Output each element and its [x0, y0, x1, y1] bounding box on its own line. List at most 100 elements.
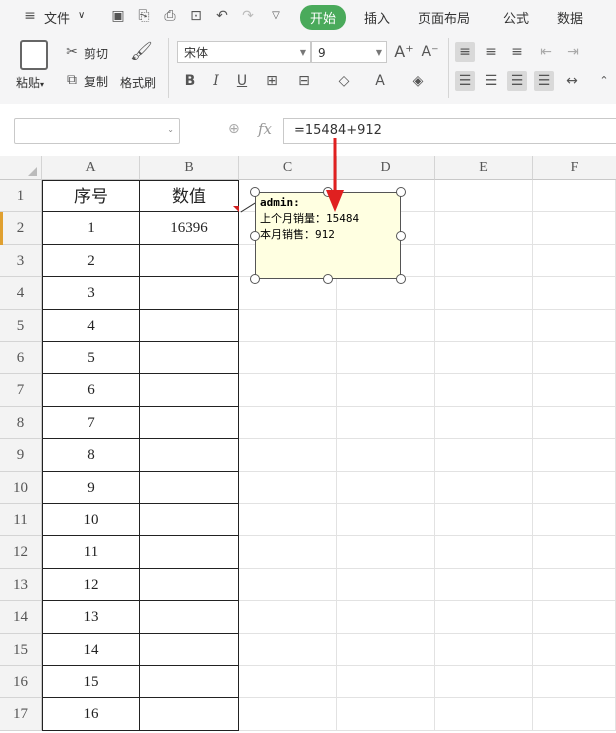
empty-cell[interactable] [435, 601, 533, 634]
resize-handle[interactable] [250, 187, 260, 197]
empty-cell[interactable] [435, 439, 533, 472]
empty-cell[interactable] [435, 180, 533, 213]
tab-data[interactable]: 数据 [557, 8, 583, 27]
paste-button[interactable]: 粘贴▾ [16, 74, 44, 91]
table-cell[interactable]: 13 [42, 601, 140, 634]
row-header[interactable]: 5 [0, 309, 42, 342]
row-header[interactable]: 16 [0, 666, 42, 699]
empty-cell[interactable] [533, 374, 616, 407]
table-cell[interactable]: 6 [42, 374, 140, 407]
table-cell[interactable]: 12 [42, 568, 140, 602]
resize-handle[interactable] [323, 274, 333, 284]
empty-cell[interactable] [337, 633, 435, 666]
select-all-corner[interactable] [0, 156, 42, 180]
empty-cell[interactable] [435, 277, 533, 310]
row-header[interactable]: 10 [0, 471, 42, 504]
table-cell[interactable] [140, 471, 239, 504]
row-header[interactable]: 17 [0, 698, 42, 731]
empty-cell[interactable] [435, 504, 533, 537]
table-cell[interactable] [140, 374, 239, 407]
table-cell[interactable] [140, 406, 239, 440]
table-cell[interactable] [140, 244, 239, 278]
empty-cell[interactable] [533, 504, 616, 537]
empty-cell[interactable] [239, 633, 337, 666]
table-cell[interactable] [140, 536, 239, 569]
row-header[interactable]: 7 [0, 374, 42, 407]
row-header[interactable]: 14 [0, 601, 42, 634]
column-header-f[interactable]: F [533, 156, 616, 180]
empty-cell[interactable] [337, 374, 435, 407]
table-cell[interactable]: 8 [42, 439, 140, 472]
tab-insert[interactable]: 插入 [364, 8, 390, 27]
table-cell[interactable]: 16 [42, 698, 140, 731]
empty-cell[interactable] [239, 504, 337, 537]
scissors-icon[interactable]: ✂ [62, 42, 82, 62]
tab-formulas[interactable]: 公式 [503, 8, 529, 27]
increase-indent-icon[interactable]: ⇥ [563, 42, 583, 62]
decrease-indent-icon[interactable]: ⇤ [536, 42, 556, 62]
hamburger-menu-icon[interactable]: ≡ [22, 8, 38, 24]
font-color-icon[interactable]: A [370, 71, 390, 91]
table-cell[interactable] [140, 342, 239, 375]
clear-format-icon[interactable]: ◈ [408, 71, 428, 91]
row-header[interactable]: 13 [0, 568, 42, 602]
empty-cell[interactable] [435, 568, 533, 602]
empty-cell[interactable] [337, 601, 435, 634]
copy-button[interactable]: 复制 [84, 73, 108, 90]
row-header[interactable]: 2 [0, 212, 42, 245]
row-header[interactable]: 12 [0, 536, 42, 569]
empty-cell[interactable] [337, 342, 435, 375]
fx-icon[interactable]: fx [258, 120, 272, 138]
empty-cell[interactable] [533, 568, 616, 602]
table-header-cell[interactable]: 数值 [140, 180, 239, 213]
font-size-select[interactable]: 9 ▼ [311, 41, 387, 63]
empty-cell[interactable] [533, 277, 616, 310]
empty-cell[interactable] [435, 536, 533, 569]
empty-cell[interactable] [239, 666, 337, 699]
empty-cell[interactable] [435, 698, 533, 731]
merge-cells-icon[interactable]: ⊟ [294, 71, 314, 91]
save-icon[interactable]: ▣ [110, 8, 126, 24]
chevron-down-icon[interactable]: ∨ [78, 10, 85, 21]
redo-icon[interactable]: ↷ [240, 8, 256, 24]
empty-cell[interactable] [337, 471, 435, 504]
table-cell[interactable] [140, 698, 239, 731]
table-cell[interactable]: 10 [42, 504, 140, 537]
column-header-d[interactable]: D [337, 156, 435, 180]
empty-cell[interactable] [337, 406, 435, 440]
italic-icon[interactable]: I [206, 71, 226, 91]
align-center-icon[interactable]: ☰ [481, 71, 501, 91]
table-cell[interactable]: 2 [42, 244, 140, 278]
table-cell[interactable] [140, 277, 239, 310]
align-top-icon[interactable]: ≡ [455, 42, 475, 62]
empty-cell[interactable] [435, 666, 533, 699]
column-header-b[interactable]: B [140, 156, 239, 180]
print-icon[interactable]: ⎙ [162, 8, 178, 24]
table-cell[interactable] [140, 633, 239, 666]
empty-cell[interactable] [533, 601, 616, 634]
resize-handle[interactable] [396, 231, 406, 241]
empty-cell[interactable] [239, 471, 337, 504]
empty-cell[interactable] [435, 374, 533, 407]
justify-icon[interactable]: ☰ [534, 71, 554, 91]
empty-cell[interactable] [533, 633, 616, 666]
align-bottom-icon[interactable]: ≡ [507, 42, 527, 62]
empty-cell[interactable] [435, 342, 533, 375]
resize-handle[interactable] [396, 187, 406, 197]
paste-icon[interactable] [20, 40, 48, 70]
distributed-align-icon[interactable]: ↔ [562, 71, 582, 91]
underline-icon[interactable]: U [232, 71, 252, 91]
row-header[interactable]: 1 [0, 180, 42, 213]
table-cell[interactable] [140, 568, 239, 602]
cut-button[interactable]: 剪切 [84, 45, 108, 62]
table-cell[interactable]: 16396 [140, 212, 239, 245]
copy-icon[interactable]: ⧉ [62, 70, 82, 90]
customize-chevron-icon[interactable]: ▽ [268, 8, 284, 24]
resize-handle[interactable] [396, 274, 406, 284]
empty-cell[interactable] [435, 406, 533, 440]
table-cell[interactable]: 15 [42, 666, 140, 699]
empty-cell[interactable] [337, 309, 435, 342]
row-header[interactable]: 6 [0, 342, 42, 375]
export-icon[interactable]: ⎘ [136, 8, 152, 24]
resize-handle[interactable] [250, 274, 260, 284]
